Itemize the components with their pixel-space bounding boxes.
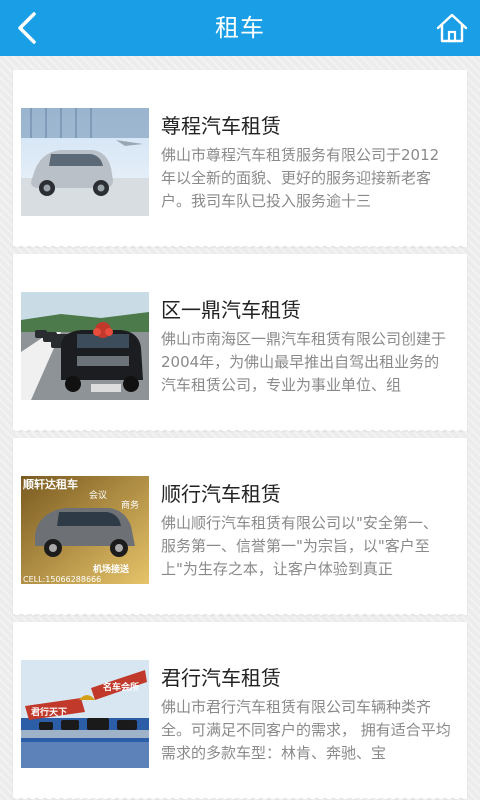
image-tag-text: 商务	[121, 499, 139, 511]
image-tag-text: 机场接送	[93, 563, 130, 575]
listing-title: 顺行汽车租赁	[161, 482, 281, 506]
listing-title: 尊程汽车租赁	[161, 114, 281, 138]
listing-card[interactable]: 顺轩达租车 会议 商务 机场接送 CELL:15066288666 顺行汽车租赁…	[13, 438, 467, 620]
listing-thumbnail	[21, 108, 149, 216]
listing-thumbnail: 顺轩达租车 会议 商务 机场接送 CELL:15066288666	[21, 476, 149, 584]
listing-description: 佛山顺行汽车租赁有限公司以"安全第一、服务第一、信誉第一"为宗旨，以"客户至上"…	[161, 514, 438, 578]
listing-thumbnail	[21, 292, 149, 400]
listing-title: 区一鼎汽车租赁	[161, 298, 301, 322]
home-icon	[436, 13, 468, 43]
listing-card[interactable]: 区一鼎汽车租赁 佛山市南海区一鼎汽车租赁有限公司创建于2004年，为佛山最早推出…	[13, 254, 467, 436]
image-tag-text: 会议	[89, 489, 107, 501]
listing-description: 佛山市尊程汽车租赁服务有限公司于2012年以全新的面貌、更好的服务迎接新老客户。…	[161, 146, 440, 210]
page-title: 租车	[215, 14, 265, 42]
app-header: 租车	[0, 0, 480, 56]
image-phone-text: CELL:15066288666	[23, 575, 101, 584]
listing-card[interactable]: 尊程汽车租赁 佛山市尊程汽车租赁服务有限公司于2012年以全新的面貌、更好的服务…	[13, 70, 467, 252]
listing-area[interactable]: 尊程汽车租赁 佛山市尊程汽车租赁服务有限公司于2012年以全新的面貌、更好的服务…	[0, 56, 480, 800]
image-sign-text: 名车会所	[103, 681, 139, 693]
home-button[interactable]	[434, 10, 470, 46]
image-sign-text: 君行天下	[31, 706, 67, 718]
listing-title: 君行汽车租赁	[161, 666, 281, 690]
image-brand-text: 顺轩达租车	[23, 477, 78, 491]
listing-thumbnail: 君行天下 名车会所	[21, 660, 149, 768]
listing-description: 佛山市君行汽车租赁有限公司车辆种类齐全。可满足不同客户的需求， 拥有适合平均需求…	[161, 698, 451, 762]
listing-card[interactable]: 君行天下 名车会所 君行汽车租赁 佛山市君行汽车租赁有限公司车辆种类齐全。可满足…	[13, 622, 467, 800]
listing-description: 佛山市南海区一鼎汽车租赁有限公司创建于2004年，为佛山最早推出自驾出租业务的汽…	[161, 330, 447, 394]
